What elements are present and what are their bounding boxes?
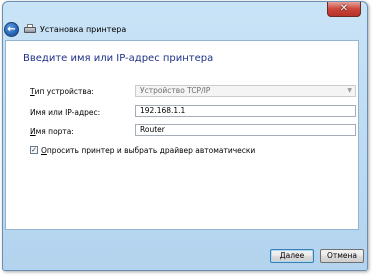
back-button[interactable]: ← (4, 21, 19, 37)
auto-driver-checkbox[interactable]: ✓ (30, 146, 38, 154)
auto-driver-checkbox-label[interactable]: Опросить принтер и выбрать драйвер автом… (41, 146, 255, 155)
cancel-button[interactable]: Отмена (320, 249, 364, 263)
device-type-value: Устройство TCP/IP (140, 86, 211, 95)
check-icon: ✓ (31, 146, 37, 154)
hostname-input[interactable]: 192.168.1.1 (135, 105, 356, 117)
page-heading: Введите имя или IP-адрес принтера (23, 53, 214, 64)
title-bar: ← Установка принтера (4, 18, 126, 40)
close-icon: ✕ (339, 3, 349, 14)
chevron-down-icon: ▼ (347, 87, 352, 94)
hostname-label: Имя или IP-адрес: (30, 108, 101, 117)
next-button[interactable]: Далее (270, 249, 314, 263)
port-name-input[interactable]: Router (135, 124, 356, 136)
device-type-select[interactable]: Устройство TCP/IP ▼ (135, 85, 356, 97)
port-name-value: Router (140, 125, 165, 134)
window-title: Установка принтера (40, 24, 127, 34)
device-type-label: Тип устройства: (30, 87, 94, 96)
back-arrow-icon: ← (7, 23, 16, 35)
printer-icon (24, 23, 36, 35)
hostname-value: 192.168.1.1 (140, 106, 186, 115)
close-button[interactable]: ✕ (327, 2, 361, 17)
port-name-label: Имя порта: (30, 127, 74, 136)
